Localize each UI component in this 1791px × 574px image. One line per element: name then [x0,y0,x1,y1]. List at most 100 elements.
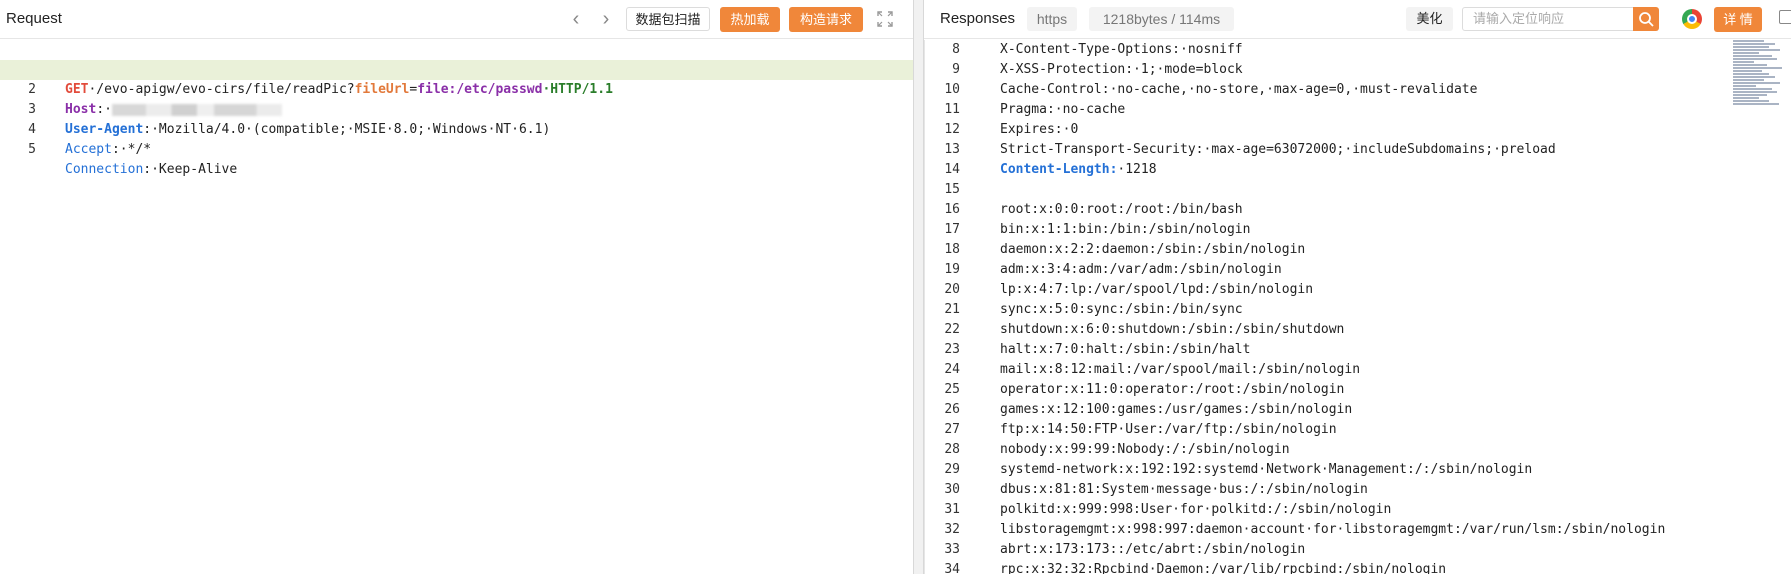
request-panel: Request ‹ › 数据包扫描 热加载 构造请求 1 GET·/evo-ap… [0,0,913,574]
response-line: 22 shutdown:x:6:0:shutdown:/sbin:/sbin/sh… [924,320,1791,340]
response-line: 11 Pragma:·no-cache [924,100,1791,120]
response-panel: Responses https 1218bytes / 114ms 美化 请输入… [924,0,1791,574]
response-line: 18 daemon:x:2:2:daemon:/sbin:/sbin/nologi… [924,240,1791,260]
response-text: bin:x:1:1:bin:/bin:/sbin/nologin [1000,222,1251,237]
chevron-right-icon[interactable]: › [595,8,617,30]
line-number: 26 [944,402,960,417]
response-line: 15 [924,180,1791,200]
line-number: 22 [944,322,960,337]
response-text: sync:x:5:0:sync:/sbin:/bin/sync [1000,302,1243,317]
response-text: nobody:x:99:99:Nobody:/:/sbin/nologin [1000,442,1290,457]
line-number: 11 [944,102,960,117]
line-number: 30 [944,482,960,497]
response-text: X-Content-Type-Options:·nosniff [1000,42,1243,57]
request-line: 4 Accept:·*/* [28,122,152,157]
response-line: 10 Cache-Control:·no-cache,·no-store,·max… [924,80,1791,100]
line-number: 25 [944,382,960,397]
header-key: Connection [65,162,144,177]
response-text: rpc:x:32:32:Rpcbind·Daemon:/var/lib/rpcb… [1000,562,1447,574]
header-key: Content-Length: [1000,162,1118,177]
response-text: Expires:·0 [1000,122,1079,137]
response-text: X-XSS-Protection:·1;·mode=block [1000,62,1243,77]
packet-scan-button[interactable]: 数据包扫描 [626,7,710,31]
request-line: 5 Connection:·Keep-Alive [28,142,238,177]
response-text: ftp:x:14:50:FTP·User:/var/ftp:/sbin/nolo… [1000,422,1337,437]
search-icon [1639,12,1654,27]
response-text: Strict-Transport-Security:·max-age=63072… [1000,142,1556,157]
response-text: libstoragemgmt:x:998:997:daemon·account·… [1000,522,1666,537]
response-line: 30 dbus:x:81:81:System·message·bus:/:/sbi… [924,480,1791,500]
search-button[interactable] [1633,7,1659,31]
protocol-badge: https [1027,7,1077,31]
line-number: 24 [944,362,960,377]
request-line: 3 User-Agent:·Mozilla/4.0·(compatible;·M… [28,102,551,137]
line-number: 12 [944,122,960,137]
response-text: dbus:x:81:81:System·message·bus:/:/sbin/… [1000,482,1368,497]
line-number: 10 [944,82,960,97]
response-line: 32 libstoragemgmt:x:998:997:daemon·accoun… [924,520,1791,540]
request-toolbar: Request ‹ › 数据包扫描 热加载 构造请求 [0,0,913,39]
response-line: 33 abrt:x:173:173::/etc/abrt:/sbin/nologi… [924,540,1791,560]
line-number: 32 [944,522,960,537]
response-line: 26 games:x:12:100:games:/usr/games:/sbin/… [924,400,1791,420]
line-number: 29 [944,462,960,477]
line-number: 34 [944,562,960,574]
message-icon[interactable] [1779,10,1791,24]
line-number: 23 [944,342,960,357]
response-text: operator:x:11:0:operator:/root:/sbin/nol… [1000,382,1345,397]
hot-load-button[interactable]: 热加载 [720,7,780,32]
response-text: lp:x:4:7:lp:/var/spool/lpd:/sbin/nologin [1000,282,1314,297]
line-number: 31 [944,502,960,517]
response-line: 24 mail:x:8:12:mail:/var/spool/mail:/sbin… [924,360,1791,380]
beautify-button[interactable]: 美化 [1406,7,1453,31]
response-text: games:x:12:100:games:/usr/games:/sbin/no… [1000,402,1353,417]
line-number: 14 [944,162,960,177]
line-number: 33 [944,542,960,557]
response-line: 34 rpc:x:32:32:Rpcbind·Daemon:/var/lib/rp… [924,560,1791,574]
line-number: 18 [944,242,960,257]
response-line: 17 bin:x:1:1:bin:/bin:/sbin/nologin [924,220,1791,240]
response-text: Pragma:·no-cache [1000,102,1126,117]
code-minimap[interactable] [1733,40,1785,126]
response-title: Responses [940,10,1016,27]
response-text: Cache-Control:·no-cache,·no-store,·max-a… [1000,82,1478,97]
header-key: Accept [65,142,112,157]
response-toolbar: Responses https 1218bytes / 114ms 美化 请输入… [924,0,1791,39]
response-line: 19 adm:x:3:4:adm:/var/adm:/sbin/nologin [924,260,1791,280]
line-number: 9 [952,62,960,77]
response-text: daemon:x:2:2:daemon:/sbin:/sbin/nologin [1000,242,1306,257]
chevron-left-icon[interactable]: ‹ [565,8,587,30]
locate-response-input[interactable]: 请输入定位响应 [1462,7,1636,31]
response-line: 16 root:x:0:0:root:/root:/bin/bash [924,200,1791,220]
request-title: Request [6,10,62,27]
response-viewer[interactable]: 8 X-Content-Type-Options:·nosniff 9 X-XSS-P… [924,40,1791,574]
line-number: 17 [944,222,960,237]
chrome-icon[interactable] [1682,9,1702,29]
response-line: 20 lp:x:4:7:lp:/var/spool/lpd:/sbin/nolog… [924,280,1791,300]
response-line: 31 polkitd:x:999:998:User·for·polkitd:/:/… [924,500,1791,520]
line-number: 13 [944,142,960,157]
response-line: 12 Expires:·0 [924,120,1791,140]
line-number: 28 [944,442,960,457]
line-number: 27 [944,422,960,437]
panel-splitter[interactable] [913,0,924,574]
response-text: ·1218 [1117,162,1157,177]
response-text: abrt:x:173:173::/etc/abrt:/sbin/nologin [1000,542,1306,557]
details-button[interactable]: 详 情 [1714,7,1762,32]
response-text: systemd-network:x:192:192:systemd·Networ… [1000,462,1533,477]
response-text: mail:x:8:12:mail:/var/spool/mail:/sbin/n… [1000,362,1361,377]
request-editor[interactable]: 1 GET·/evo-apigw/evo-cirs/file/readPic?f… [0,40,913,177]
response-line: 13 Strict-Transport-Security:·max-age=630… [924,140,1791,160]
response-line: 29 systemd-network:x:192:192:systemd·Netw… [924,460,1791,480]
request-line: 1 GET·/evo-apigw/evo-cirs/file/readPic?f… [28,62,613,97]
request-line: 2 Host:· [0,60,913,117]
response-line: 21 sync:x:5:0:sync:/sbin:/bin/sync [924,300,1791,320]
response-line: 27 ftp:x:14:50:FTP·User:/var/ftp:/sbin/no… [924,420,1791,440]
response-line: 14 Content-Length:·1218 [924,160,1791,180]
response-text: root:x:0:0:root:/root:/bin/bash [1000,202,1243,217]
construct-request-button[interactable]: 构造请求 [789,7,863,32]
fullscreen-icon[interactable] [877,11,893,27]
response-line: 23 halt:x:7:0:halt:/sbin:/sbin/halt [924,340,1791,360]
response-line: 9 X-XSS-Protection:·1;·mode=block [924,60,1791,80]
line-number: 21 [944,302,960,317]
